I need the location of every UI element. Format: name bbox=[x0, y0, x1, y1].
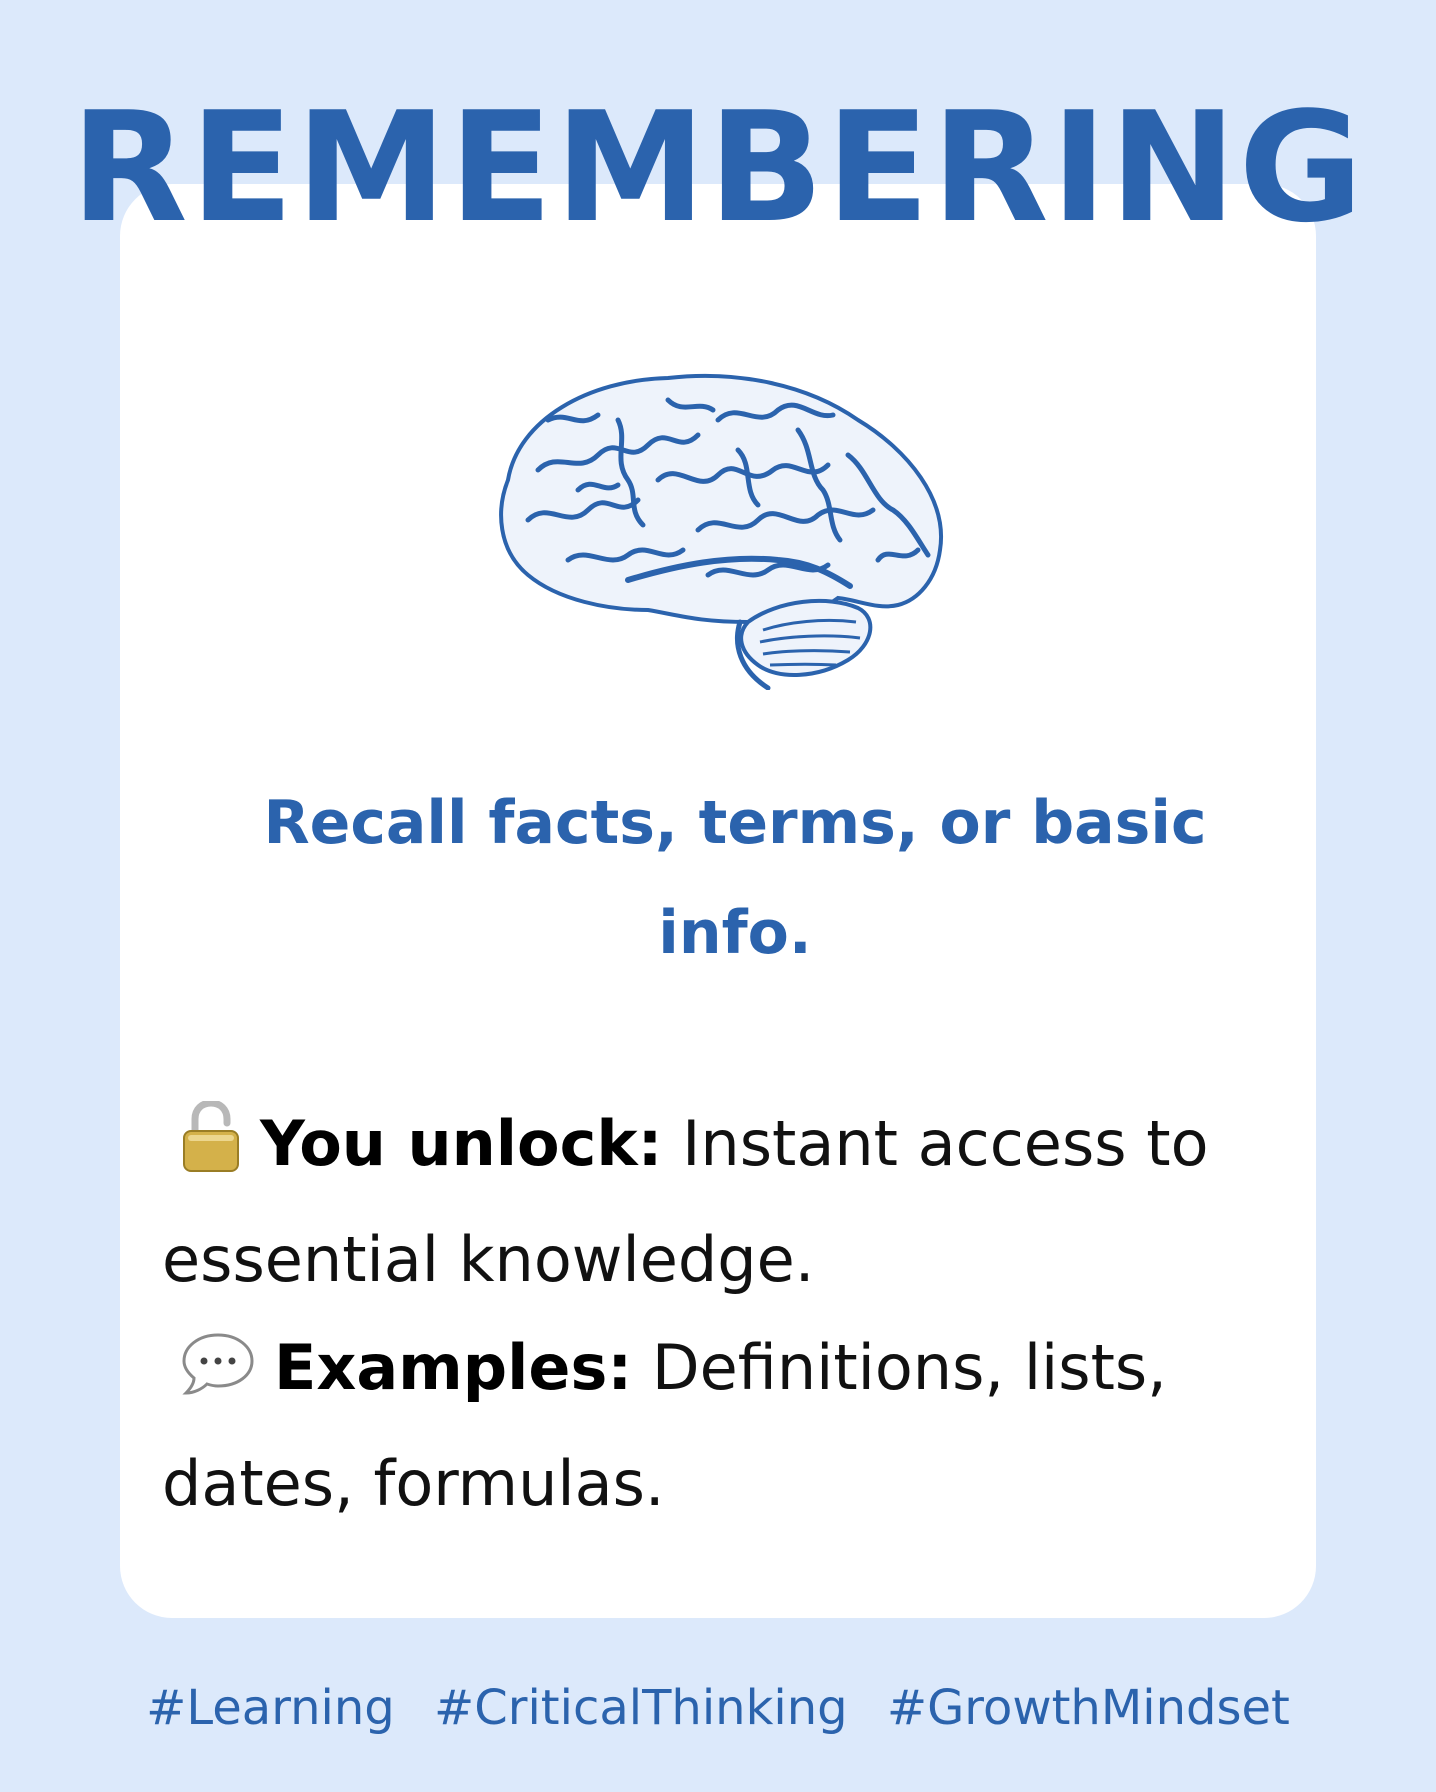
description-block: You unlock: Instant access to essential … bbox=[162, 1090, 1302, 1538]
unlocked-padlock-icon bbox=[180, 1098, 242, 1206]
hashtag-critical-thinking: #CriticalThinking bbox=[434, 1680, 848, 1736]
examples-paragraph: Examples: Definitions, lists, dates, for… bbox=[162, 1314, 1302, 1538]
hashtag-row: #Learning #CriticalThinking #GrowthMinds… bbox=[0, 1680, 1436, 1736]
subtitle: Recall facts, terms, or basic info. bbox=[263, 788, 1207, 968]
page-title: REMEMBERING bbox=[70, 79, 1366, 256]
hashtag-growth-mindset: #GrowthMindset bbox=[886, 1680, 1290, 1736]
examples-label: Examples: bbox=[274, 1331, 633, 1404]
brain-illustration bbox=[499, 373, 943, 690]
unlock-label: You unlock: bbox=[260, 1107, 663, 1180]
speech-bubble-icon bbox=[180, 1322, 256, 1430]
unlock-paragraph: You unlock: Instant access to essential … bbox=[162, 1090, 1302, 1314]
hashtag-learning: #Learning bbox=[146, 1680, 395, 1736]
